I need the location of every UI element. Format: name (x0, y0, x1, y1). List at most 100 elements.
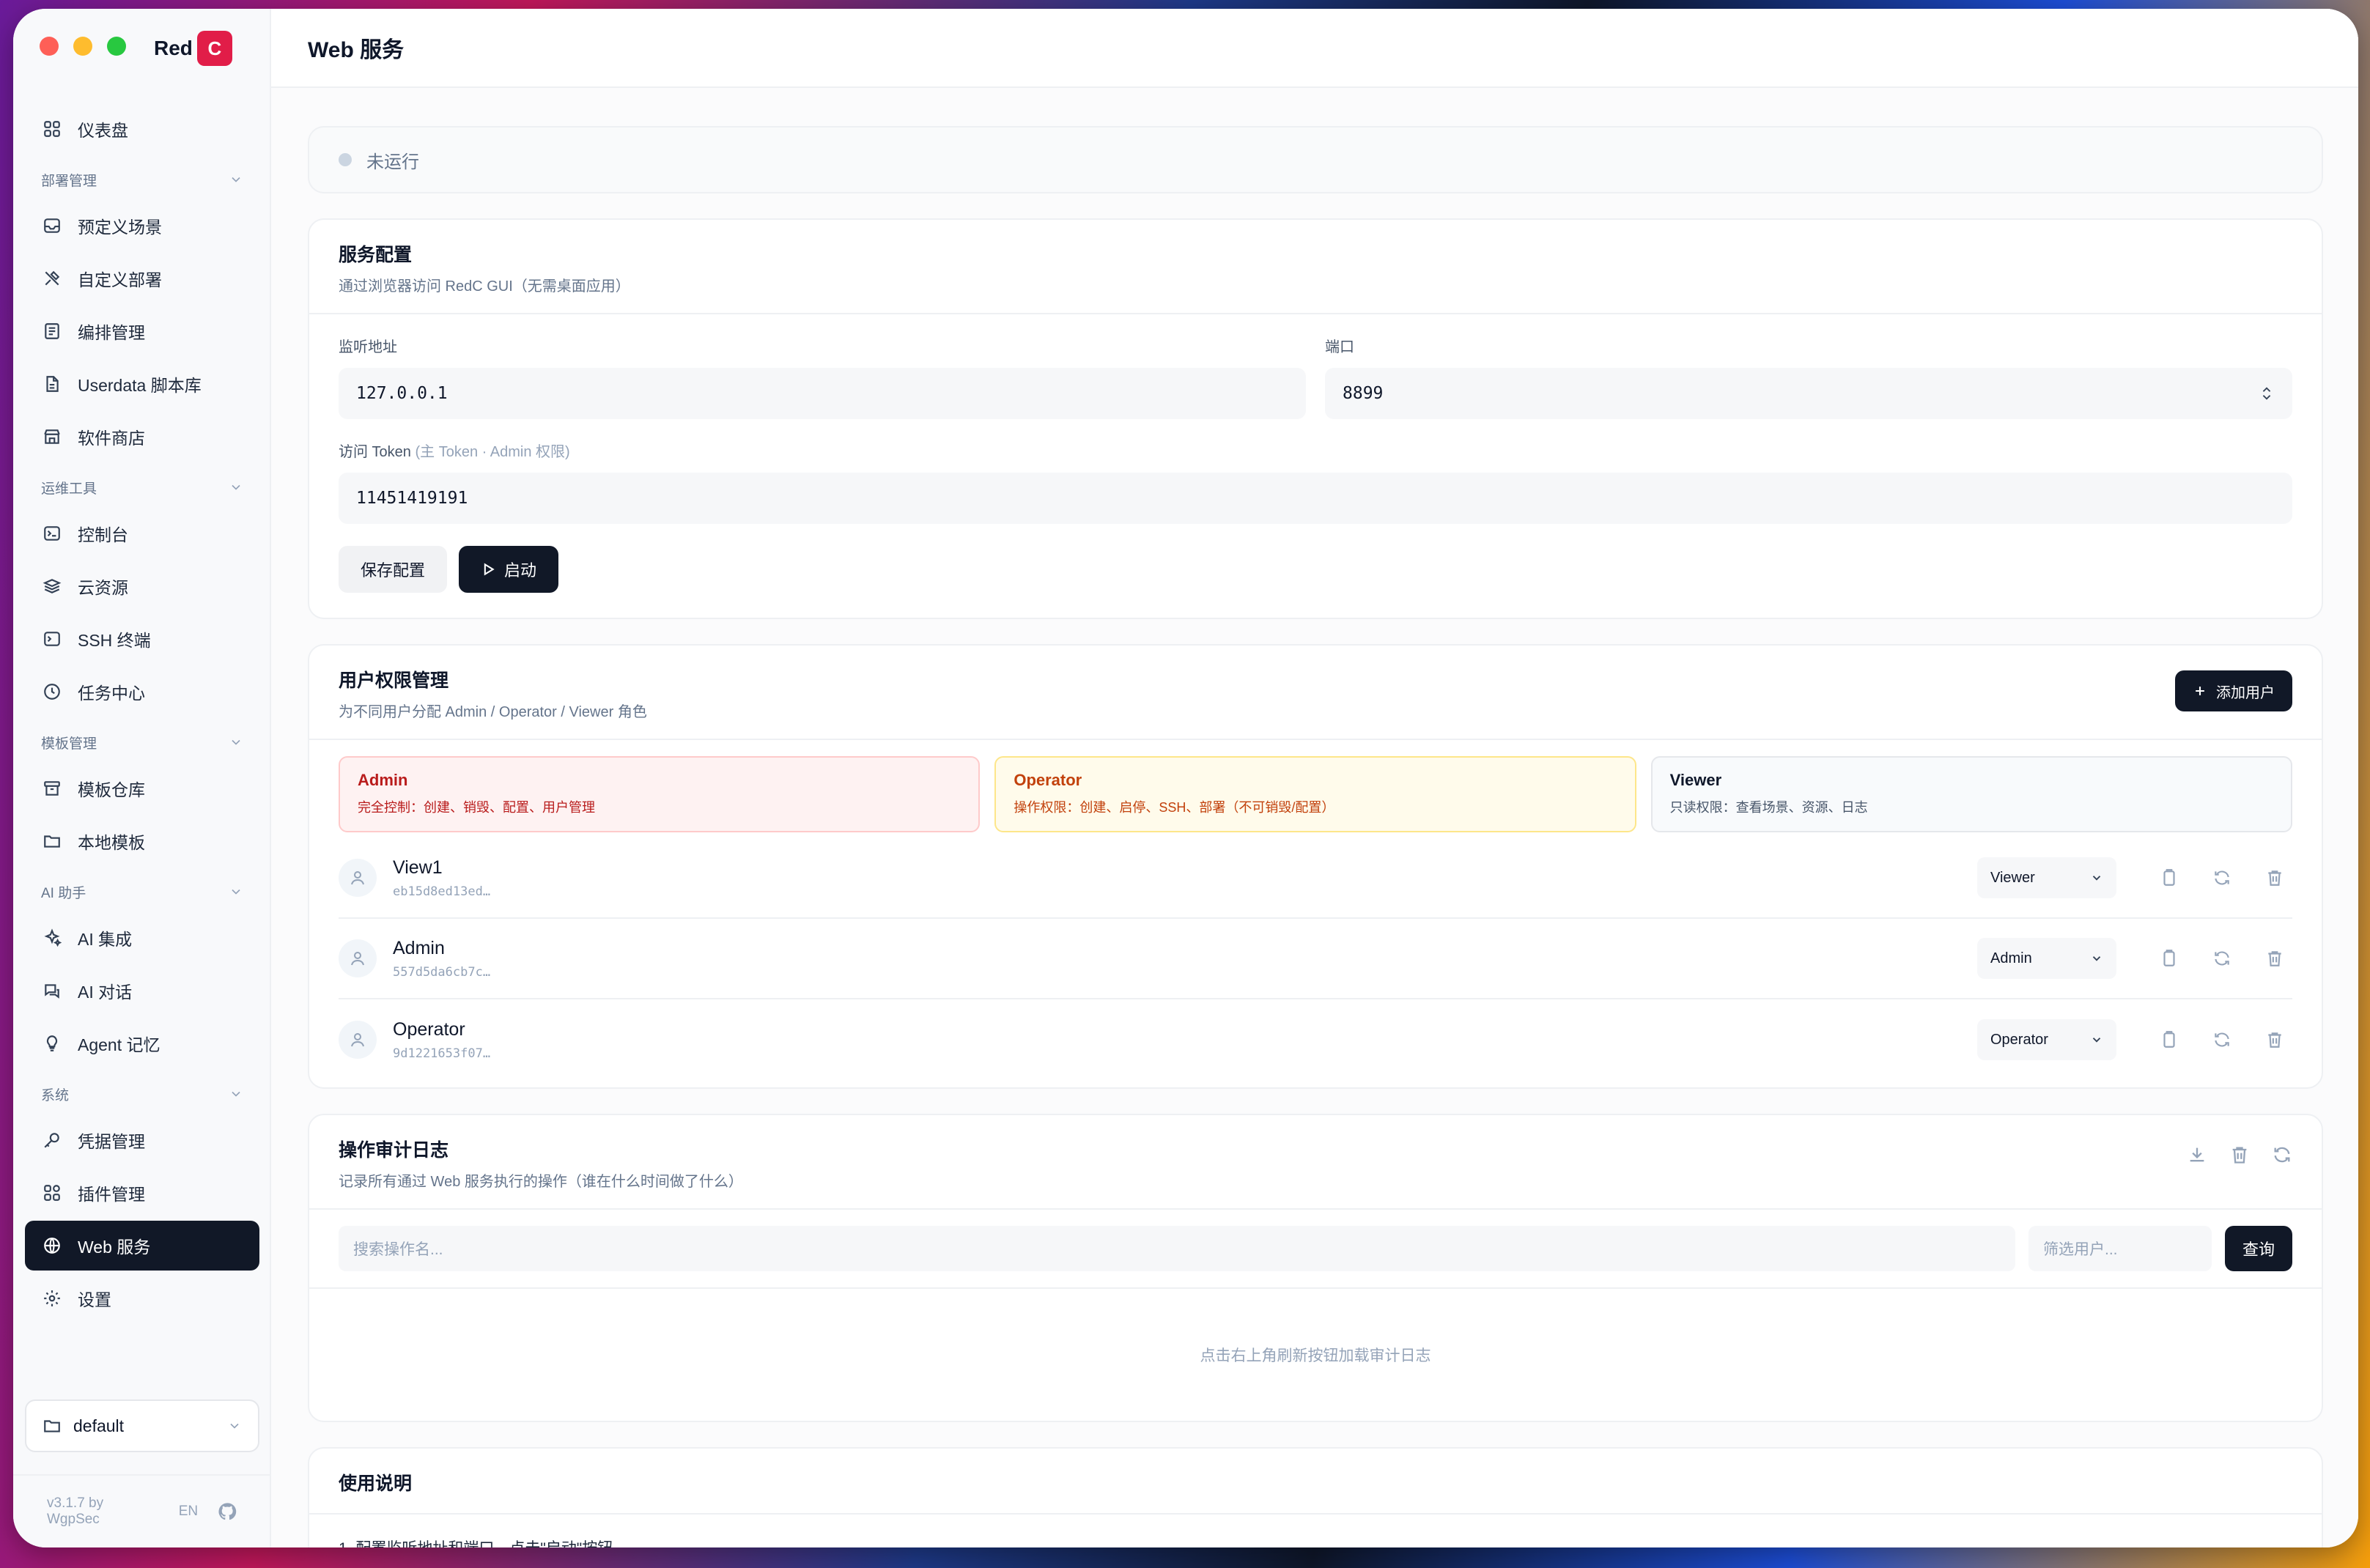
language-toggle[interactable]: EN (179, 1504, 198, 1520)
operation-search-input[interactable]: 搜索操作名... (339, 1226, 2015, 1271)
status-dot (339, 153, 352, 166)
card-header: 服务配置 通过浏览器访问 RedC GUI（无需桌面应用） (309, 220, 2322, 314)
section-title: 模板管理 (41, 736, 97, 752)
brand-logo: C (196, 31, 232, 66)
sidebar-item-template-repo[interactable]: 模板仓库 (25, 763, 259, 813)
sidebar-item-console[interactable]: 控制台 (25, 509, 259, 558)
copy-token-button[interactable] (2152, 860, 2187, 895)
sidebar-item-ai-integration[interactable]: AI 集成 (25, 913, 259, 963)
sidebar-item-predefined-scenes[interactable]: 预定义场景 (25, 201, 259, 251)
regenerate-token-button[interactable] (2204, 941, 2240, 976)
usage-step: 1. 配置监听地址和端口，点击"启动"按钮 (339, 1536, 2292, 1547)
sidebar-item-settings[interactable]: 设置 (25, 1273, 259, 1323)
sidebar-item-credentials[interactable]: 凭据管理 (25, 1115, 259, 1165)
main-area: Web 服务 未运行 服务配置 通过浏览器访问 RedC GUI（无需桌面应用）… (271, 9, 2358, 1547)
sidebar-item-web-service[interactable]: Web 服务 (25, 1221, 259, 1271)
regenerate-token-button[interactable] (2204, 1022, 2240, 1057)
sidebar-section-ops[interactable]: 运维工具 (25, 466, 259, 509)
sidebar-item-orchestration[interactable]: 编排管理 (25, 306, 259, 356)
button-label: 查询 (2242, 1240, 2275, 1259)
trash-icon[interactable] (2229, 1144, 2250, 1165)
refresh-icon (2215, 870, 2229, 885)
refresh-icon[interactable] (2272, 1144, 2292, 1165)
minimize-window-button[interactable] (73, 37, 92, 56)
role-card-viewer: Viewer 只读权限：查看场景、资源、日志 (1650, 756, 2292, 832)
chevron-down-icon (2092, 1038, 2101, 1043)
github-icon[interactable] (217, 1501, 237, 1522)
close-window-button[interactable] (40, 37, 59, 56)
port-input[interactable]: 8899 (1325, 368, 2292, 419)
sidebar-section-deploy[interactable]: 部署管理 (25, 158, 259, 201)
delete-user-button[interactable] (2257, 1022, 2292, 1057)
sidebar-section-templates[interactable]: 模板管理 (25, 721, 259, 763)
status-text: 未运行 (366, 152, 419, 172)
save-config-button[interactable]: 保存配置 (339, 546, 448, 593)
layers-icon (41, 575, 63, 597)
user-row: Operator 9d1221653f07… Operator (339, 999, 2292, 1080)
section-title: AI 助手 (41, 885, 86, 901)
role-name: Viewer (1669, 771, 1722, 789)
stepper-icon[interactable] (2259, 384, 2275, 403)
listen-address-input[interactable]: 127.0.0.1 (339, 368, 1306, 419)
sidebar-item-tasks[interactable]: 任务中心 (25, 667, 259, 717)
trash-icon (2268, 951, 2281, 966)
sidebar-item-ai-chat[interactable]: AI 对话 (25, 966, 259, 1016)
terminal-icon (41, 522, 63, 544)
chat-icon (41, 980, 63, 1002)
download-icon[interactable] (2187, 1144, 2207, 1165)
role-card-admin: Admin 完全控制：创建、销毁、配置、用户管理 (339, 756, 981, 832)
sidebar-item-label: Agent 记忆 (78, 1035, 160, 1054)
card-title: 使用说明 (339, 1473, 413, 1494)
user-token-hash: 9d1221653f07… (393, 1046, 491, 1061)
sidebar-section-system[interactable]: 系统 (25, 1073, 259, 1115)
start-button[interactable]: 启动 (459, 546, 559, 593)
role-card-operator: Operator 操作权限：创建、启停、SSH、部署（不可销毁/配置） (994, 756, 1636, 832)
role-desc: 完全控制：创建、销毁、配置、用户管理 (358, 800, 595, 815)
delete-user-button[interactable] (2257, 860, 2292, 895)
tools-icon (41, 267, 63, 289)
sidebar-item-custom-deploy[interactable]: 自定义部署 (25, 254, 259, 303)
sidebar-item-label: 仪表盘 (78, 121, 128, 140)
clipboard-icon (2163, 1031, 2175, 1048)
chevron-down-icon (232, 739, 240, 745)
copy-token-button[interactable] (2152, 1022, 2187, 1057)
role-select[interactable]: Operator (1977, 1019, 2116, 1060)
copy-token-button[interactable] (2152, 941, 2187, 976)
card-subtitle: 通过浏览器访问 RedC GUI（无需桌面应用） (339, 278, 630, 295)
sidebar-item-cloud[interactable]: 云资源 (25, 561, 259, 611)
audit-log-card: 操作审计日志 记录所有通过 Web 服务执行的操作（谁在什么时间做了什么） 搜索… (308, 1114, 2323, 1422)
card-title: 服务配置 (339, 245, 413, 265)
workspace-selector[interactable]: default (25, 1399, 259, 1452)
listen-address-label: 监听地址 (339, 339, 397, 355)
maximize-window-button[interactable] (107, 37, 126, 56)
sidebar-section-ai[interactable]: AI 助手 (25, 870, 259, 913)
sidebar-item-dashboard[interactable]: 仪表盘 (25, 104, 259, 154)
sidebar-item-local-templates[interactable]: 本地模板 (25, 816, 259, 866)
card-header: 使用说明 (309, 1449, 2322, 1515)
role-name: Operator (1014, 771, 1082, 789)
sidebar-item-userdata[interactable]: Userdata 脚本库 (25, 359, 259, 409)
avatar (339, 859, 377, 897)
service-config-card: 服务配置 通过浏览器访问 RedC GUI（无需桌面应用） 监听地址 127.0… (308, 218, 2323, 619)
card-subtitle: 记录所有通过 Web 服务执行的操作（谁在什么时间做了什么） (339, 1174, 743, 1190)
audit-empty-state: 点击右上角刷新按钮加载审计日志 (1200, 1347, 1431, 1364)
user-filter-input[interactable]: 筛选用户... (2028, 1226, 2212, 1271)
add-user-button[interactable]: 添加用户 (2175, 670, 2292, 711)
section-title: 部署管理 (41, 173, 97, 189)
sidebar-item-plugins[interactable]: 插件管理 (25, 1168, 259, 1218)
app-brand: Red C (154, 31, 232, 66)
role-select-value: Operator (1990, 1031, 2048, 1048)
regenerate-token-button[interactable] (2204, 860, 2240, 895)
sidebar-item-label: 控制台 (78, 525, 128, 544)
token-input[interactable]: 11451419191 (339, 473, 2292, 524)
query-button[interactable]: 查询 (2224, 1226, 2292, 1271)
sidebar-item-label: AI 集成 (78, 930, 133, 949)
role-select[interactable]: Viewer (1977, 857, 2116, 898)
sidebar-item-ssh[interactable]: SSH 终端 (25, 614, 259, 664)
sidebar-item-store[interactable]: 软件商店 (25, 412, 259, 462)
section-title: 系统 (41, 1087, 70, 1103)
content: 未运行 服务配置 通过浏览器访问 RedC GUI（无需桌面应用） 监听地址 1… (308, 126, 2323, 1547)
role-select[interactable]: Admin (1977, 938, 2116, 979)
delete-user-button[interactable] (2257, 941, 2292, 976)
sidebar-item-agent-memory[interactable]: Agent 记忆 (25, 1018, 259, 1068)
